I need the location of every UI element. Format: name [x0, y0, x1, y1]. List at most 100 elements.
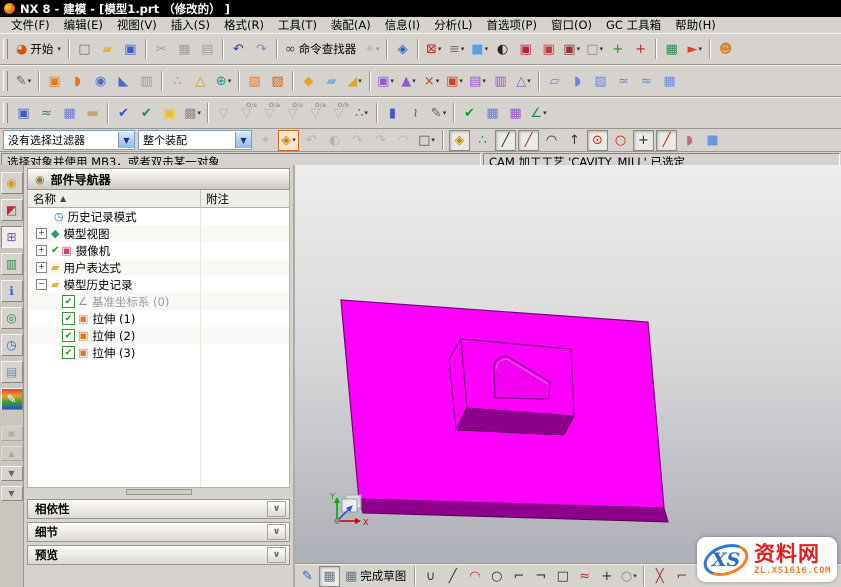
expressions-icon[interactable]: ▦: [660, 38, 683, 61]
snap-enable-icon[interactable]: ◈▾: [278, 130, 299, 151]
collapsed-panel-预览[interactable]: 预览∨: [27, 545, 290, 565]
unite-icon[interactable]: ▧: [243, 70, 266, 93]
section-x-icon[interactable]: ▣: [514, 38, 537, 61]
edit-object-display-icon[interactable]: ▩▾: [181, 102, 204, 125]
replace-face-icon[interactable]: ▲▾: [397, 70, 420, 93]
mirror-feature-icon[interactable]: △: [189, 70, 212, 93]
menu-item[interactable]: 首选项(P): [480, 17, 544, 33]
menu-item[interactable]: 装配(A): [324, 17, 378, 33]
part-table-icon[interactable]: ▦: [504, 102, 527, 125]
verify-tree-icon[interactable]: ✔: [458, 102, 481, 125]
datum-csys-icon[interactable]: ⊕▾: [212, 70, 235, 93]
column-header-note[interactable]: 附注: [201, 190, 289, 207]
redo-icon[interactable]: ↷: [250, 38, 273, 61]
copy-icon[interactable]: ▦: [173, 38, 196, 61]
constraint-navigator-icon[interactable]: ◩: [1, 199, 23, 221]
roles-icon[interactable]: ✎: [1, 388, 23, 410]
circle-icon[interactable]: ○: [486, 566, 507, 587]
section-y-icon[interactable]: ▣: [537, 38, 560, 61]
draft-icon[interactable]: ◢▾: [343, 70, 366, 93]
view-background-icon[interactable]: □▾: [583, 38, 606, 61]
shaded-view-icon[interactable]: ■▾: [468, 38, 491, 61]
pin-resource-button[interactable]: ▣: [1, 426, 23, 441]
tree-item-model-views[interactable]: +◆模型视图: [28, 225, 289, 242]
tree-item-user-expressions[interactable]: +▰用户表达式: [28, 259, 289, 276]
flange-icon[interactable]: ◗: [566, 70, 589, 93]
delete-face-icon[interactable]: ▣▾: [443, 70, 466, 93]
part-navigator-icon[interactable]: ⊞: [1, 226, 23, 248]
tree-item-history-mode[interactable]: ◷历史记录模式: [28, 208, 289, 225]
tag-icon[interactable]: ▬: [81, 102, 104, 125]
lasso-icon[interactable]: ◠: [393, 130, 414, 151]
move-face-icon[interactable]: ×▾: [420, 70, 443, 93]
cut-icon[interactable]: ✂: [150, 38, 173, 61]
angle-measure-icon[interactable]: ∠▾: [527, 102, 550, 125]
curve-snap-icon[interactable]: ◠: [541, 130, 562, 151]
assistant-icon[interactable]: ✦▾: [360, 38, 383, 61]
extrude-icon[interactable]: ▣: [43, 70, 66, 93]
feature-checkbox[interactable]: ✔: [62, 346, 75, 359]
selection-filter-dropdown[interactable]: 没有选择过滤器 ▼: [3, 130, 135, 150]
quadrant-snap-icon[interactable]: ○: [610, 130, 631, 151]
user-role-icon[interactable]: ☻: [714, 38, 737, 61]
selection-filter-arrow-icon[interactable]: ▼: [118, 132, 134, 148]
tree-item-datum-csys[interactable]: ✔∠基准坐标系 (0): [28, 293, 289, 310]
pdf-export-icon[interactable]: ►▾: [683, 38, 706, 61]
quick-trim-icon[interactable]: ╳: [649, 566, 670, 587]
sketch-grid-icon[interactable]: ▦: [319, 566, 340, 587]
tree-expander-icon[interactable]: +: [36, 262, 47, 273]
new-file-icon[interactable]: □: [73, 38, 96, 61]
sheet-metal-icon[interactable]: ▨: [589, 70, 612, 93]
battery-icon[interactable]: ▮: [381, 102, 404, 125]
profile-icon[interactable]: ∪: [420, 566, 441, 587]
offset-region-icon[interactable]: ▣▾: [374, 70, 397, 93]
feature-checkbox[interactable]: ✔: [62, 329, 75, 342]
render-style-icon[interactable]: ◐: [491, 38, 514, 61]
menu-item[interactable]: 窗口(O): [544, 17, 599, 33]
solid-snap-icon[interactable]: ■: [702, 130, 723, 151]
rotate-view-icon[interactable]: +: [629, 38, 652, 61]
join-face-icon[interactable]: ▦: [658, 70, 681, 93]
hd3d-tool-icon[interactable]: ℹ: [1, 280, 23, 302]
chevron-down-icon[interactable]: ∨: [267, 524, 286, 540]
constraint-pin-icon[interactable]: ▽: [212, 102, 235, 125]
toolbar-grip[interactable]: [3, 103, 8, 123]
menu-item[interactable]: GC 工具箱: [599, 17, 668, 33]
tree-item-extrude-1[interactable]: ✔▣拉伸 (1): [28, 310, 289, 327]
process-templates-icon[interactable]: ▤: [1, 361, 23, 383]
wrap-geometry-icon[interactable]: ≃: [612, 70, 635, 93]
menu-item[interactable]: 格式(R): [217, 17, 271, 33]
toolbar-grip[interactable]: [3, 71, 8, 91]
info-window-icon[interactable]: ▦: [58, 102, 81, 125]
graphics-window[interactable]: Y X ✎▦▦完成草图∪╱◠○⌐¬□≈+○▾╳⌐+ XS 资料网 ZL.XS16…: [295, 165, 841, 587]
corner-fillet-icon[interactable]: ¬: [530, 566, 551, 587]
edge-blend-icon[interactable]: ▰: [320, 70, 343, 93]
deselect-icon[interactable]: ↶: [301, 130, 322, 151]
spring-icon[interactable]: ≀: [404, 102, 427, 125]
rib-icon[interactable]: ▥: [135, 70, 158, 93]
resize-face-icon[interactable]: ▤▾: [466, 70, 489, 93]
command-finder-button[interactable]: ∞命令查找器: [281, 38, 360, 60]
show-hide-icon[interactable]: ⊠▾: [422, 38, 445, 61]
start-button[interactable]: ◕开始▾: [12, 38, 65, 60]
midpoint-snap-icon[interactable]: ∴: [472, 130, 493, 151]
constraint-os-icon[interactable]: ▽O/s: [235, 102, 258, 125]
bom-table-icon[interactable]: ▦: [481, 102, 504, 125]
touch-filter-icon[interactable]: ✦: [255, 130, 276, 151]
swoop-icon[interactable]: ≈: [635, 70, 658, 93]
menu-item[interactable]: 插入(S): [164, 17, 217, 33]
arrow-snap-icon[interactable]: ↑: [564, 130, 585, 151]
history-palette-icon[interactable]: ◷: [1, 334, 23, 356]
menu-item[interactable]: 信息(I): [378, 17, 427, 33]
scroll-last-button[interactable]: ▼: [1, 486, 23, 501]
finish-sketch-button[interactable]: ▦完成草图: [341, 565, 410, 587]
collapsed-panel-相依性[interactable]: 相依性∨: [27, 499, 290, 519]
constraint-os2-icon[interactable]: ▽O/s: [281, 102, 304, 125]
revolve-icon[interactable]: ◗: [66, 70, 89, 93]
menu-item[interactable]: 工具(T): [271, 17, 324, 33]
constraint-oa-icon[interactable]: ▽O/a: [258, 102, 281, 125]
tree-item-cameras[interactable]: +✔▣摄像机: [28, 242, 289, 259]
menu-item[interactable]: 文件(F): [4, 17, 57, 33]
rect-select-icon[interactable]: □▾: [416, 130, 437, 151]
mirror-face-icon[interactable]: △▾: [512, 70, 535, 93]
